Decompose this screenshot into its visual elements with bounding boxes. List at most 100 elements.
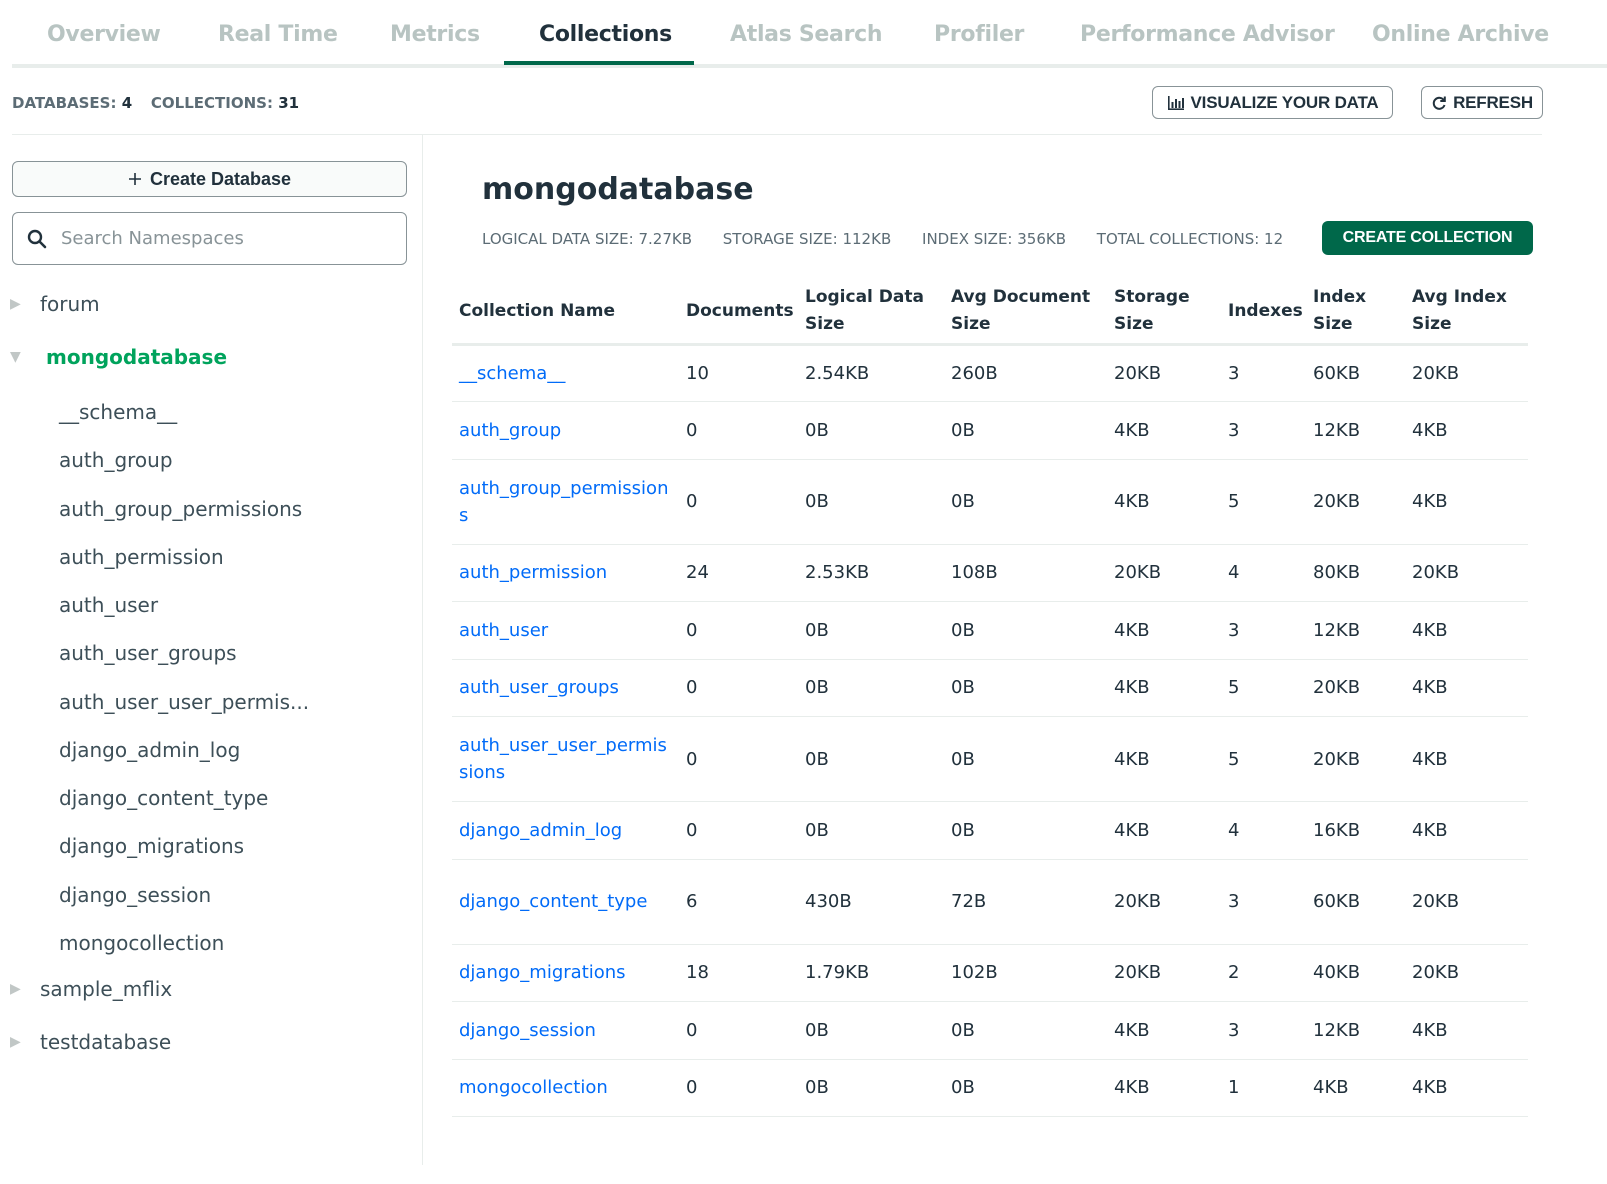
table-cell: 4KB (1306, 1059, 1405, 1117)
table-cell: 3 (1221, 859, 1306, 945)
collection-name-link[interactable]: auth_user_user_permissions (452, 716, 679, 802)
search-icon (27, 229, 47, 248)
table-cell: 5 (1221, 659, 1306, 717)
caret-down-icon: ▼ (10, 349, 21, 365)
sidebar-collection[interactable]: django_migrations (59, 834, 244, 858)
table-cell: 12KB (1306, 1001, 1405, 1060)
sidebar-collection[interactable]: auth_permission (59, 545, 224, 569)
search-namespaces-input[interactable] (61, 228, 381, 249)
index-size: INDEX SIZE: 356KB (922, 230, 1067, 248)
table-cell: 4KB (1405, 401, 1528, 460)
table-cell: 0B (944, 801, 1107, 860)
sidebar-collection[interactable]: __schema__ (59, 400, 177, 424)
table-cell: 2.54KB (798, 344, 944, 402)
tab-atlas-search[interactable]: Atlas Search (730, 22, 883, 47)
table-cell: 20KB (1405, 944, 1528, 1002)
table-cell: 60KB (1306, 344, 1405, 402)
table-cell: 3 (1221, 1001, 1306, 1060)
sidebar-collection[interactable]: django_admin_log (59, 738, 240, 762)
collection-name-link[interactable]: auth_permission (452, 544, 679, 602)
sidebar-db-mongodatabase[interactable]: ▼ mongodatabase (10, 345, 227, 369)
table-cell: 430B (798, 859, 944, 945)
tab-performance-advisor[interactable]: Performance Advisor (1080, 22, 1335, 47)
collection-name-link[interactable]: django_migrations (452, 944, 679, 1002)
database-title: mongodatabase (482, 172, 754, 207)
sidebar-collection[interactable]: mongocollection (59, 931, 224, 955)
table-cell: 5 (1221, 459, 1306, 545)
tab-collections[interactable]: Collections (539, 22, 672, 47)
table-cell: 20KB (1306, 459, 1405, 545)
column-header[interactable]: Index Size (1306, 280, 1405, 346)
column-header[interactable]: Collection Name (452, 280, 679, 346)
tab-online-archive[interactable]: Online Archive (1372, 22, 1549, 47)
tab-overview[interactable]: Overview (47, 22, 161, 47)
tab-profiler[interactable]: Profiler (934, 22, 1024, 47)
table-cell: 4KB (1107, 401, 1221, 460)
tab-real-time[interactable]: Real Time (218, 22, 338, 47)
table-cell: 10 (679, 344, 798, 402)
table-row: __schema__ 10 2.54KB 260B 20KB 3 60KB 20KB (452, 344, 1528, 402)
create-collection-button[interactable]: CREATE COLLECTION (1322, 221, 1533, 255)
collection-name-link[interactable]: django_session (452, 1001, 679, 1060)
sidebar-db-testdatabase[interactable]: ▶ testdatabase (10, 1030, 171, 1054)
table-row: auth_group 0 0B 0B 4KB 3 12KB 4KB (452, 401, 1528, 460)
sidebar-collection[interactable]: django_session (59, 883, 211, 907)
collection-name-link[interactable]: __schema__ (452, 344, 679, 402)
table-cell: 3 (1221, 601, 1306, 660)
table-cell: 4KB (1405, 1001, 1528, 1060)
table-cell: 20KB (1107, 859, 1221, 945)
table-cell: 4KB (1405, 716, 1528, 802)
table-cell: 4KB (1405, 459, 1528, 545)
table-cell: 20KB (1107, 344, 1221, 402)
column-header[interactable]: Documents (679, 280, 798, 346)
sidebar-collection[interactable]: auth_user_user_permis... (59, 690, 309, 714)
table-row: auth_permission 24 2.53KB 108B 20KB 4 80KB 20KB (452, 544, 1528, 602)
collection-name-link[interactable]: auth_user (452, 601, 679, 660)
collections-value: 31 (278, 94, 300, 112)
column-header[interactable]: Indexes (1221, 280, 1306, 346)
column-header[interactable]: Avg Index Size (1405, 280, 1528, 346)
plus-icon (128, 173, 141, 185)
table-cell: 102B (944, 944, 1107, 1002)
collections-count: COLLECTIONS: 31 (151, 94, 299, 112)
db-name: mongodatabase (46, 345, 228, 369)
table-cell: 2 (1221, 944, 1306, 1002)
caret-right-icon: ▶ (10, 296, 21, 312)
column-header[interactable]: Avg Document Size (944, 280, 1107, 346)
sidebar-collection[interactable]: auth_group (59, 448, 173, 472)
refresh-button[interactable]: REFRESH (1421, 86, 1543, 119)
collection-name-link[interactable]: auth_user_groups (452, 659, 679, 717)
table-cell: 24 (679, 544, 798, 602)
column-header[interactable]: Logical Data Size (798, 280, 944, 346)
table-header-row: Collection Name Documents Logical Data S… (452, 280, 1528, 346)
sidebar-db-forum[interactable]: ▶ forum (10, 292, 100, 316)
sidebar-collection[interactable]: auth_user (59, 593, 158, 617)
sidebar-collection[interactable]: django_content_type (59, 786, 268, 810)
table-cell: 0B (798, 1001, 944, 1060)
tab-metrics[interactable]: Metrics (390, 22, 480, 47)
table-cell: 4KB (1405, 601, 1528, 660)
column-header[interactable]: Storage Size (1107, 280, 1221, 346)
collection-name-link[interactable]: mongocollection (452, 1059, 679, 1117)
table-cell: 40KB (1306, 944, 1405, 1002)
collection-name-link[interactable]: auth_group (452, 401, 679, 460)
collection-name-link[interactable]: django_content_type (452, 859, 679, 945)
databases-count: DATABASES: 4 (12, 94, 132, 112)
table-row: auth_group_permissions 0 0B 0B 4KB 5 20KB 4KB (452, 459, 1528, 545)
table-row: auth_user_user_permissions 0 0B 0B 4KB 5 20KB 4… (452, 716, 1528, 802)
collection-name-link[interactable]: auth_group_permissions (452, 459, 679, 545)
table-cell: 0B (798, 401, 944, 460)
table-cell: 20KB (1405, 544, 1528, 602)
table-cell: 108B (944, 544, 1107, 602)
create-database-button[interactable]: Create Database (12, 161, 407, 197)
table-cell: 72B (944, 859, 1107, 945)
collection-name-link[interactable]: django_admin_log (452, 801, 679, 860)
table-cell: 0B (944, 601, 1107, 660)
visualize-your-data-button[interactable]: VISUALIZE YOUR DATA (1152, 86, 1393, 119)
collections-table: Collection Name Documents Logical Data S… (452, 280, 1528, 1117)
databases-label: DATABASES: (12, 94, 117, 112)
sidebar-db-sample-mflix[interactable]: ▶ sample_mflix (10, 977, 172, 1001)
table-row: auth_user_groups 0 0B 0B 4KB 5 20KB 4KB (452, 659, 1528, 717)
sidebar-collection[interactable]: auth_group_permissions (59, 497, 302, 521)
sidebar-collection[interactable]: auth_user_groups (59, 641, 237, 665)
